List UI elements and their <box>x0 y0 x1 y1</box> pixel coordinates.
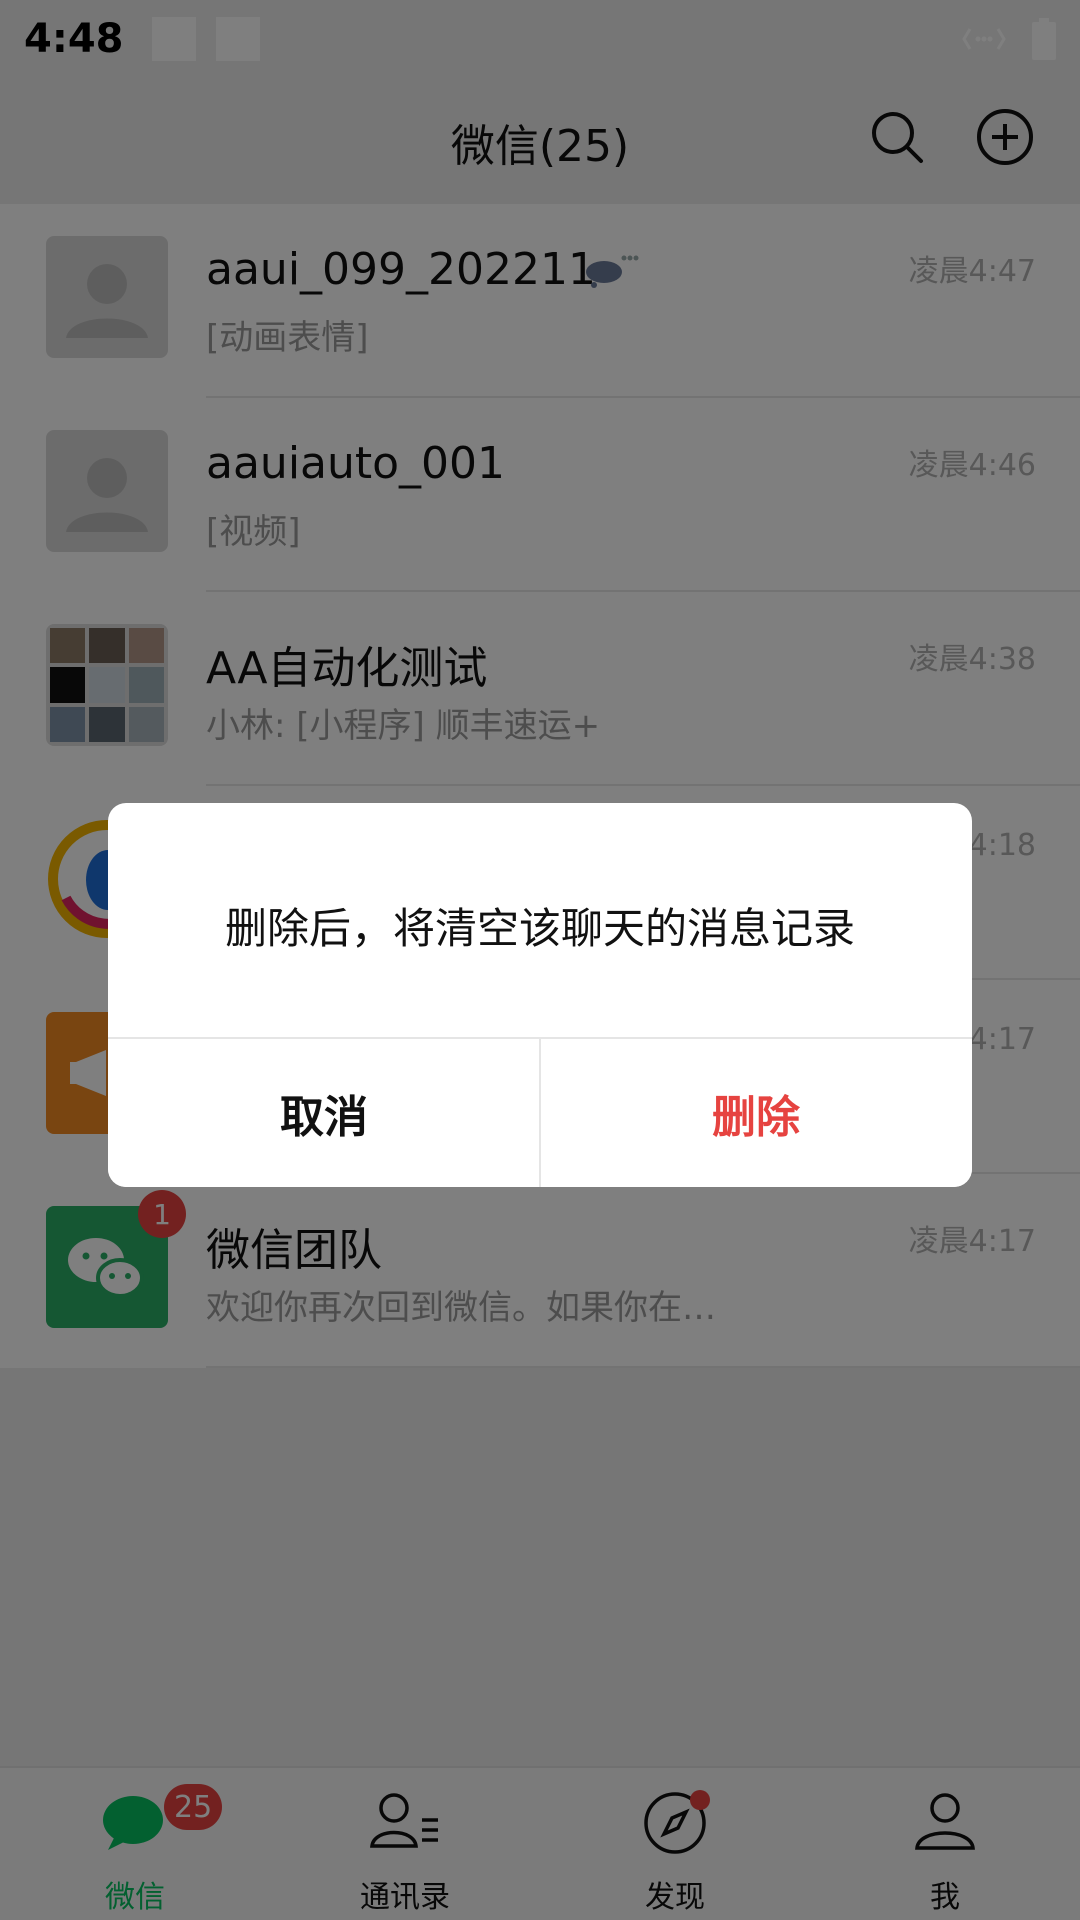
cancel-button[interactable]: 取消 <box>108 1039 540 1187</box>
delete-confirm-dialog: 删除后，将清空该聊天的消息记录 取消 删除 <box>108 803 972 1187</box>
dialog-message: 删除后，将清空该聊天的消息记录 <box>224 904 855 953</box>
divider <box>539 1039 541 1187</box>
delete-button[interactable]: 删除 <box>540 1039 972 1187</box>
